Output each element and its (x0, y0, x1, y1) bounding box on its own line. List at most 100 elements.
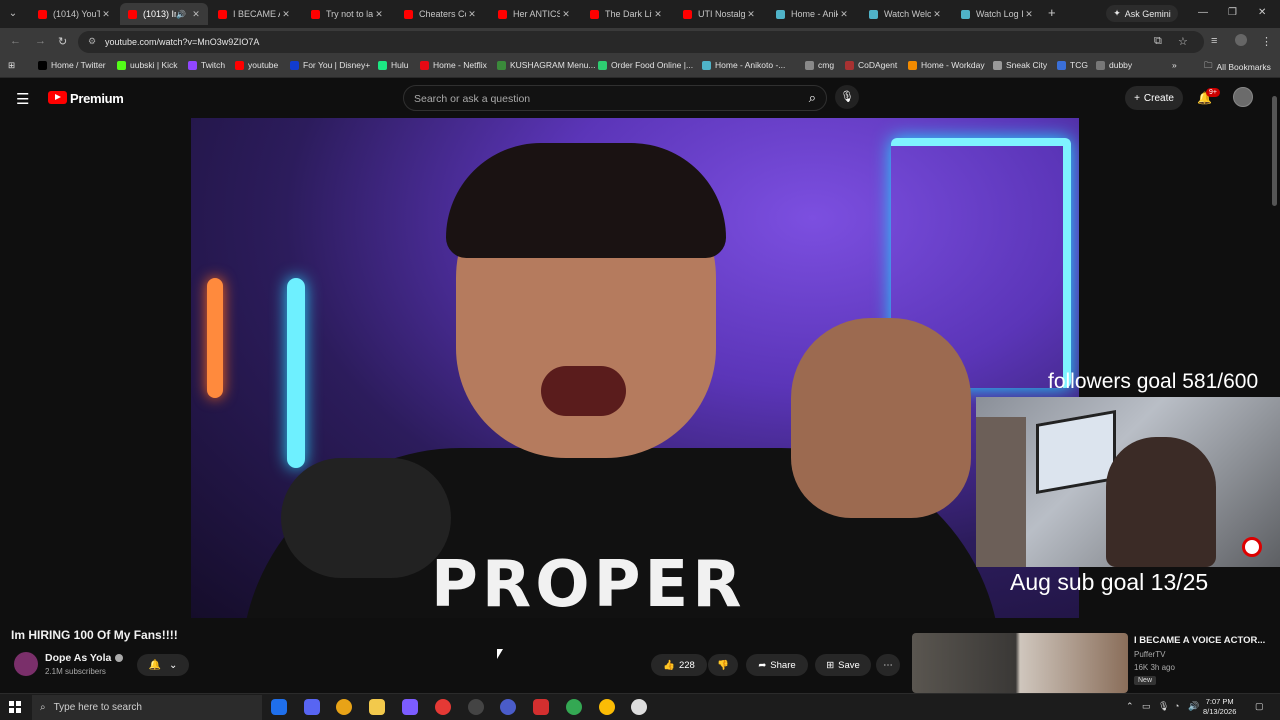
bookmark-item[interactable]: Home / Twitter (38, 60, 106, 70)
recommended-title[interactable]: I BECAME A VOICE ACTOR... (1134, 635, 1265, 646)
url-text[interactable]: youtube.com/watch?v=MnO3w9ZIO7A (105, 37, 259, 47)
discord-icon[interactable] (304, 699, 320, 715)
more-bookmarks-icon[interactable]: » (1172, 60, 1177, 70)
browser-tab[interactable]: UTI Nostalgia✕ (675, 3, 763, 25)
tab-close-icon[interactable]: ✕ (1023, 9, 1035, 20)
taskbar-app-icon[interactable] (271, 699, 287, 715)
app-icon[interactable] (533, 699, 549, 715)
all-bookmarks-button[interactable]: 🗀 All Bookmarks (1204, 60, 1271, 74)
bookmark-item[interactable]: Twitch (188, 60, 225, 70)
more-actions-button[interactable]: ⋯ (876, 654, 900, 676)
apps-icon[interactable]: ⊞ (8, 60, 15, 71)
media-player-icon[interactable] (435, 699, 451, 715)
tab-close-icon[interactable]: ✕ (466, 9, 478, 20)
bookmark-item[interactable]: Home - Workday (908, 60, 985, 70)
browser-tab[interactable]: I BECAME A ✕ (210, 3, 298, 25)
new-tab-button[interactable]: + (1048, 5, 1056, 20)
channel-avatar[interactable] (14, 652, 38, 676)
media-controls-icon[interactable]: ≡ (1211, 35, 1217, 47)
back-icon[interactable]: ← (10, 35, 21, 47)
restore-icon[interactable]: ❐ (1228, 7, 1237, 18)
dislike-button[interactable]: 👎 (708, 654, 738, 676)
ask-gemini-button[interactable]: ✦ Ask Gemini (1106, 5, 1178, 22)
microphone-icon[interactable]: 🎙 (1158, 701, 1169, 712)
channel-name[interactable]: Dope As Yola (45, 652, 124, 664)
browser-menu-icon[interactable]: ⋮ (1261, 35, 1272, 48)
app-icon[interactable] (500, 699, 516, 715)
bookmark-star-icon[interactable]: ☆ (1178, 35, 1188, 48)
browser-tab[interactable]: Watch Log I ✕ (953, 3, 1041, 25)
site-info-icon[interactable]: ⚙ (88, 36, 96, 47)
tab-close-icon[interactable]: ✕ (652, 9, 664, 20)
browser-tab[interactable]: Home - Anik ✕ (768, 3, 856, 25)
close-window-icon[interactable]: ✕ (1258, 7, 1266, 18)
bookmark-item[interactable]: CoDAgent (845, 60, 897, 70)
browser-tab[interactable]: (1014) YouTube✕ (30, 3, 118, 25)
volume-icon[interactable]: 🔊 (1188, 701, 1199, 712)
save-button[interactable]: ⊞ Save (815, 654, 871, 676)
install-app-icon[interactable]: ⧉ (1154, 35, 1162, 48)
bookmark-item[interactable]: Home - Anikoto -... (702, 60, 785, 70)
tray-chevron-icon[interactable]: ⌃ (1126, 701, 1134, 712)
bookmark-item[interactable]: Order Food Online |... (598, 60, 693, 70)
chrome-icon[interactable] (336, 699, 352, 715)
clock-app-icon[interactable] (631, 699, 647, 715)
chrome-icon[interactable] (566, 699, 582, 715)
tab-close-icon[interactable]: ✕ (280, 9, 292, 20)
reload-icon[interactable]: ↻ (58, 35, 67, 48)
browser-tab[interactable]: Try not to lau ✕ (303, 3, 391, 25)
recommended-thumbnail[interactable] (912, 633, 1128, 693)
game-controller-icon[interactable] (402, 699, 418, 715)
tab-audio-icon[interactable]: 🔊 (176, 10, 186, 19)
address-bar[interactable]: ⚙ youtube.com/watch?v=MnO3w9ZIO7A ⧉ ☆ (78, 31, 1204, 53)
video-player[interactable]: PROPER (191, 118, 1079, 618)
youtube-logo-icon[interactable] (48, 91, 67, 104)
tab-close-icon[interactable]: ✕ (190, 9, 202, 20)
forward-icon[interactable]: → (35, 35, 46, 47)
bookmark-item[interactable]: cmg (805, 60, 834, 70)
voice-search-icon[interactable]: 🎙 (835, 85, 859, 109)
tab-close-icon[interactable]: ✕ (560, 9, 572, 20)
browser-tab[interactable]: Her ANTICS ✕ (490, 3, 578, 25)
search-icon[interactable]: ⌕ (809, 90, 816, 106)
subscribed-button[interactable]: 🔔 ⌄ (137, 654, 189, 676)
tab-search-icon[interactable]: ⌄ (4, 5, 22, 23)
youtube-premium-brand[interactable]: Premium (70, 91, 124, 106)
browser-tab[interactable]: (1013) Im HIRING🔊 ✕ (120, 3, 208, 25)
browser-tab[interactable]: The Dark Life✕ (582, 3, 670, 25)
like-button[interactable]: 👍 228 (651, 654, 707, 676)
bookmark-item[interactable]: uubski | Kick (117, 60, 178, 70)
notification-center-icon[interactable]: ▢ (1255, 701, 1264, 712)
recommended-video[interactable]: I BECAME A VOICE ACTOR... PufferTV 16K 3… (912, 633, 1280, 693)
taskbar-search-input[interactable]: ⌕ Type here to search (32, 695, 262, 720)
minimize-icon[interactable]: — (1198, 7, 1208, 18)
tab-close-icon[interactable]: ✕ (745, 9, 757, 20)
create-button[interactable]: + Create (1125, 86, 1183, 110)
windows-start-icon[interactable] (9, 701, 21, 713)
share-button[interactable]: ➦ Share (746, 654, 808, 676)
bookmark-item[interactable]: Hulu (378, 60, 408, 70)
bookmark-item[interactable]: Sneak City (993, 60, 1047, 70)
file-explorer-icon[interactable] (369, 699, 385, 715)
bookmark-item[interactable]: TCG (1057, 60, 1088, 70)
search-input[interactable]: Search or ask a question ⌕ (403, 85, 827, 111)
chrome-icon[interactable] (599, 699, 615, 715)
profile-icon[interactable] (1235, 34, 1247, 46)
account-avatar[interactable] (1233, 87, 1253, 107)
browser-tab[interactable]: Cheaters Co ✕ (396, 3, 484, 25)
tab-close-icon[interactable]: ✕ (373, 9, 385, 20)
wifi-icon[interactable]: ◔ (1174, 701, 1179, 711)
app-icon[interactable] (468, 699, 484, 715)
tab-close-icon[interactable]: ✕ (838, 9, 850, 20)
tab-close-icon[interactable]: ✕ (100, 9, 112, 20)
bookmark-item[interactable]: KUSHAGRAM Menu... (497, 60, 596, 70)
bookmark-item[interactable]: Home - Netflix (420, 60, 487, 70)
bookmark-item[interactable]: For You | Disney+ (290, 60, 370, 70)
network-icon[interactable]: ▭ (1142, 701, 1151, 712)
bookmark-item[interactable]: dubby (1096, 60, 1132, 70)
browser-tab[interactable]: Watch Welco✕ (861, 3, 949, 25)
tab-close-icon[interactable]: ✕ (931, 9, 943, 20)
hamburger-menu-icon[interactable]: ☰ (16, 90, 29, 108)
taskbar-clock[interactable]: 7:07 PM 8/13/2026 (1203, 697, 1236, 717)
page-scrollbar[interactable] (1272, 96, 1277, 206)
